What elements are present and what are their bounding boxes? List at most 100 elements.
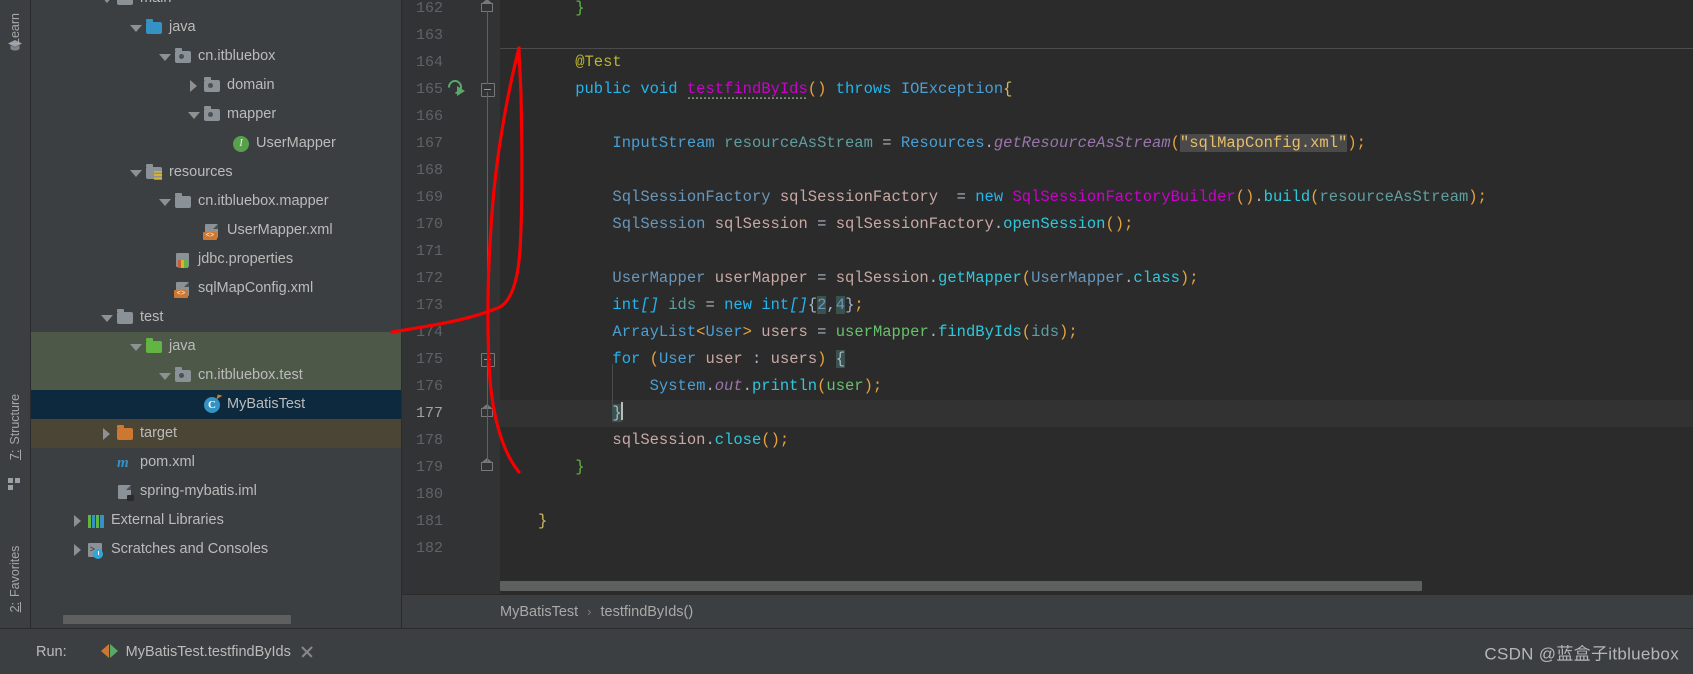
tree-node-test[interactable]: test bbox=[31, 303, 401, 332]
code-line[interactable]: int[] ids = new int[]{2,4}; bbox=[538, 292, 864, 319]
code-line[interactable]: } bbox=[538, 0, 584, 22]
tree-expand-none-icon[interactable] bbox=[186, 397, 201, 412]
editor-gutter[interactable]: 162 163 164 165 166 167 168 169 170 171 172 173 174 1… bbox=[402, 0, 500, 594]
code-line[interactable]: } bbox=[538, 400, 623, 427]
tree-node-scratches-and-consoles[interactable]: >_ Scratches and Consoles bbox=[31, 535, 401, 564]
run-test-gutter-icon[interactable] bbox=[445, 77, 468, 99]
code-line[interactable]: System.out.println(user); bbox=[538, 373, 883, 400]
project-tool-window[interactable]: mainjavacn.itblueboxdomainmapperIUserMap… bbox=[31, 0, 402, 628]
line-number: 178 bbox=[415, 432, 443, 449]
tree-expand-down-icon[interactable] bbox=[99, 0, 114, 6]
tree-node-usermapper[interactable]: I UserMapper bbox=[31, 129, 401, 158]
code-line[interactable]: UserMapper userMapper = sqlSession.getMa… bbox=[538, 265, 1198, 292]
tree-node-spring-mybatis-iml[interactable]: spring-mybatis.iml bbox=[31, 477, 401, 506]
project-horizontal-scrollbar[interactable] bbox=[63, 615, 291, 624]
tree-node-java[interactable]: java bbox=[31, 13, 401, 42]
tree-expand-none-icon[interactable] bbox=[215, 136, 230, 151]
close-icon[interactable] bbox=[299, 644, 315, 660]
line-number: 170 bbox=[415, 216, 443, 233]
code-line[interactable]: sqlSession.close(); bbox=[538, 427, 789, 454]
tree-expand-down-icon[interactable] bbox=[99, 310, 114, 325]
tree-expand-right-icon[interactable] bbox=[70, 513, 85, 528]
line-number: 176 bbox=[415, 378, 443, 395]
folder-grey-icon bbox=[174, 192, 192, 211]
code-area[interactable]: 162 163 164 165 166 167 168 169 170 171 172 173 174 1… bbox=[402, 0, 1693, 594]
code-line[interactable]: InputStream resourceAsStream = Resources… bbox=[538, 130, 1366, 157]
code-line[interactable]: } bbox=[538, 508, 547, 535]
tool-tab-favorites[interactable]: 2: Favorites bbox=[8, 546, 22, 613]
class-icon: C bbox=[203, 396, 221, 414]
tree-expand-none-icon[interactable] bbox=[157, 252, 172, 267]
line-number: 174 bbox=[415, 324, 443, 341]
tree-node-cn-itbluebox-mapper[interactable]: cn.itbluebox.mapper bbox=[31, 187, 401, 216]
breadcrumb-separator-icon: › bbox=[587, 604, 592, 619]
project-tree[interactable]: mainjavacn.itblueboxdomainmapperIUserMap… bbox=[31, 0, 401, 564]
code-line[interactable]: } bbox=[538, 454, 584, 481]
folder-green-icon bbox=[145, 337, 163, 356]
code-line[interactable]: public void testfindByIds() throws IOExc… bbox=[538, 76, 1012, 103]
line-number: 177 bbox=[415, 405, 443, 422]
tree-node-pom-xml[interactable]: m pom.xml bbox=[31, 448, 401, 477]
tree-expand-down-icon[interactable] bbox=[128, 339, 143, 354]
tree-node-domain[interactable]: domain bbox=[31, 71, 401, 100]
main-area: Learn 7: Structure 2: Favorites java cn.… bbox=[0, 0, 1693, 644]
tree-node-label: Scratches and Consoles bbox=[111, 541, 269, 558]
code-line[interactable]: ArrayList<User> users = userMapper.findB… bbox=[538, 319, 1077, 346]
breadcrumb-class[interactable]: MyBatisTest bbox=[500, 604, 578, 620]
tree-expand-down-icon[interactable] bbox=[157, 194, 172, 209]
folder-grey-icon bbox=[116, 308, 134, 327]
tree-node-cn-itbluebox[interactable]: cn.itbluebox bbox=[31, 42, 401, 71]
tool-tab-structure[interactable]: 7: Structure bbox=[8, 394, 22, 460]
tree-node-sqlmapconfig-xml[interactable]: <> sqlMapConfig.xml bbox=[31, 274, 401, 303]
run-configuration-tab[interactable]: MyBatisTest.testfindByIds bbox=[100, 644, 315, 660]
tree-node-target[interactable]: target bbox=[31, 419, 401, 448]
scratches-icon: >_ bbox=[87, 541, 105, 559]
tree-node-external-libraries[interactable]: External Libraries bbox=[31, 506, 401, 535]
tree-expand-right-icon[interactable] bbox=[99, 426, 114, 441]
tree-node-mybatistest[interactable]: C MyBatisTest bbox=[31, 390, 401, 419]
line-number: 162 bbox=[415, 0, 443, 17]
tree-expand-right-icon[interactable] bbox=[186, 78, 201, 93]
tree-expand-none-icon[interactable] bbox=[99, 484, 114, 499]
line-number: 169 bbox=[415, 189, 443, 206]
tree-node-cn-itbluebox-test[interactable]: cn.itbluebox.test bbox=[31, 361, 401, 390]
folder-orange-icon bbox=[116, 424, 134, 443]
tree-expand-right-icon[interactable] bbox=[70, 542, 85, 557]
tree-expand-down-icon[interactable] bbox=[128, 165, 143, 180]
line-number: 181 bbox=[415, 513, 443, 530]
breadcrumb[interactable]: MyBatisTest › testfindByIds() bbox=[402, 594, 1693, 628]
tree-expand-down-icon[interactable] bbox=[157, 368, 172, 383]
run-configuration-name[interactable]: MyBatisTest.testfindByIds bbox=[126, 644, 291, 660]
tool-tab-learn-label: Learn bbox=[8, 13, 22, 45]
code-line[interactable]: SqlSessionFactory sqlSessionFactory = ne… bbox=[538, 184, 1486, 211]
fold-region-line bbox=[487, 11, 488, 84]
tree-node-java[interactable]: java bbox=[31, 332, 401, 361]
editor-horizontal-scrollbar[interactable] bbox=[500, 581, 1693, 591]
tree-expand-down-icon[interactable] bbox=[186, 107, 201, 122]
indent-guide bbox=[612, 364, 614, 406]
left-tool-strip: Learn 7: Structure 2: Favorites bbox=[0, 0, 31, 644]
code-line[interactable]: @Test bbox=[538, 49, 622, 76]
tree-node-usermapper-xml[interactable]: <> UserMapper.xml bbox=[31, 216, 401, 245]
tree-node-label: mapper bbox=[227, 106, 277, 123]
fold-region-line bbox=[487, 362, 488, 408]
code-text[interactable]: } @Test public void testfindByIds() thro… bbox=[500, 0, 1693, 594]
code-editor[interactable]: 162 163 164 165 166 167 168 169 170 171 172 173 174 1… bbox=[402, 0, 1693, 628]
tree-expand-down-icon[interactable] bbox=[128, 20, 143, 35]
line-number: 175 bbox=[415, 351, 443, 368]
tree-expand-none-icon[interactable] bbox=[157, 281, 172, 296]
tool-tab-learn[interactable]: Learn bbox=[8, 13, 22, 45]
tree-node-mapper[interactable]: mapper bbox=[31, 100, 401, 129]
libraries-icon bbox=[87, 512, 105, 530]
tree-expand-none-icon[interactable] bbox=[99, 455, 114, 470]
tree-node-main[interactable]: main bbox=[31, 0, 401, 13]
current-line-highlight bbox=[500, 400, 1693, 427]
tree-expand-none-icon[interactable] bbox=[186, 223, 201, 238]
run-tool-window-bar[interactable]: Run: MyBatisTest.testfindByIds CSDN @蓝盒子… bbox=[0, 628, 1693, 674]
tree-node-resources[interactable]: resources bbox=[31, 158, 401, 187]
tree-expand-down-icon[interactable] bbox=[157, 49, 172, 64]
tree-node-jdbc-properties[interactable]: jdbc.properties bbox=[31, 245, 401, 274]
code-line[interactable]: SqlSession sqlSession = sqlSessionFactor… bbox=[538, 211, 1133, 238]
code-line[interactable]: for (User user : users) { bbox=[538, 346, 846, 373]
breadcrumb-method[interactable]: testfindByIds() bbox=[601, 604, 694, 620]
